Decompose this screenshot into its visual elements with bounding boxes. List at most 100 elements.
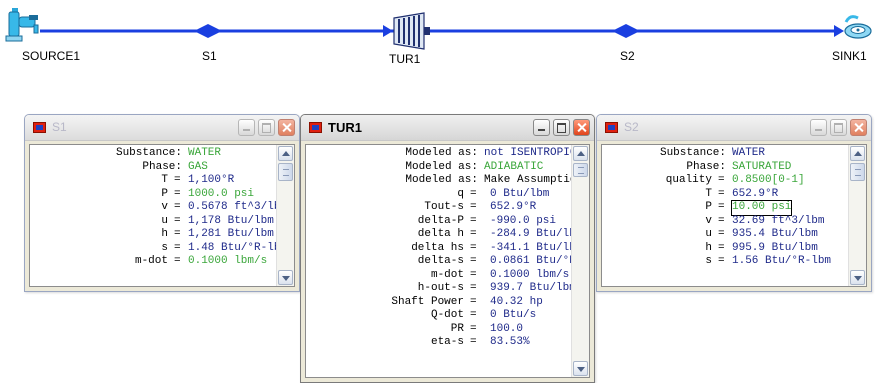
property-label: quality	[665, 174, 712, 186]
vertical-scrollbar[interactable]	[848, 145, 866, 286]
equals-sign: =	[470, 322, 477, 335]
scroll-down-button[interactable]	[278, 270, 293, 285]
close-button[interactable]	[573, 119, 590, 136]
property-value[interactable]: 32.69 ft^3/lbm	[732, 215, 824, 229]
property-value[interactable]: Make Assumption	[484, 174, 583, 188]
equals-sign: =	[718, 241, 725, 254]
vertical-scrollbar[interactable]	[276, 145, 294, 286]
property-row: Q-dot = 0 Btu/s	[306, 309, 589, 323]
node-label-s1: S1	[202, 49, 217, 63]
window-tur1[interactable]: TUR1 Modeled as: not ISENTROPIC Modeled as…	[300, 114, 595, 383]
window-tur1-titlebar[interactable]: TUR1	[301, 115, 594, 141]
property-value[interactable]: 1.56 Btu/°R-lbm	[732, 255, 831, 269]
property-value[interactable]: 652.9°R	[490, 201, 536, 215]
equals-sign: =	[174, 228, 181, 240]
faucet-icon[interactable]	[5, 8, 39, 42]
close-button[interactable]	[850, 119, 867, 136]
maximize-button[interactable]	[258, 119, 275, 136]
property-value[interactable]: WATER	[732, 147, 765, 161]
equals-sign: =	[470, 268, 477, 281]
property-value[interactable]: 0 Btu/s	[490, 309, 536, 323]
property-label: Phase:	[686, 160, 726, 173]
property-value[interactable]: -990.0 psi	[490, 215, 556, 229]
equals-sign: =	[718, 255, 725, 267]
property-value[interactable]: 83.53%	[490, 336, 530, 350]
maximize-button[interactable]	[553, 119, 570, 136]
minimize-button[interactable]	[810, 119, 827, 136]
property-value[interactable]: 995.9 Btu/lbm	[732, 242, 818, 256]
property-value[interactable]: -341.1 Btu/lbm	[490, 242, 582, 256]
property-value[interactable]: -284.9 Btu/lbm	[490, 228, 582, 242]
property-row: Tout-s = 652.9°R	[306, 201, 589, 215]
minimize-button[interactable]	[238, 119, 255, 136]
close-button[interactable]	[278, 119, 295, 136]
property-value[interactable]: GAS	[188, 161, 208, 175]
window-s1-titlebar[interactable]: S1	[25, 115, 299, 141]
scroll-up-button[interactable]	[573, 146, 588, 161]
property-value[interactable]: 0.1000 lbm/s	[188, 255, 267, 269]
property-value[interactable]: 0.8500[0-1]	[732, 174, 805, 188]
property-row: s = 1.48 Btu/°R-lbm	[30, 242, 294, 256]
property-label: u	[161, 214, 168, 227]
property-value[interactable]: 0 Btu/lbm	[490, 188, 549, 202]
equals-sign: =	[174, 214, 181, 227]
property-row: u = 1,178 Btu/lbm	[30, 215, 294, 229]
scroll-down-button[interactable]	[850, 270, 865, 285]
equals-sign: =	[718, 187, 725, 200]
window-s2[interactable]: S2 Substance: WATER Phase: SATURATED quality…	[596, 114, 872, 292]
sink-icon[interactable]	[844, 15, 872, 39]
scroll-up-button[interactable]	[278, 146, 293, 161]
maximize-button[interactable]	[830, 119, 847, 136]
property-value[interactable]: 0.5678 ft^3/lbm	[188, 201, 287, 215]
property-label: eta-s	[430, 336, 464, 348]
property-value[interactable]: 1,100°R	[188, 174, 234, 188]
scroll-thumb[interactable]	[278, 163, 293, 181]
turbine-icon[interactable]	[393, 12, 430, 50]
property-value[interactable]: 939.7 Btu/lbm	[490, 282, 576, 296]
scroll-down-button[interactable]	[573, 361, 588, 376]
property-list: Substance: WATER Phase: GAS T = 1,100°R P = 1000.…	[30, 147, 294, 269]
scroll-thumb[interactable]	[850, 163, 865, 181]
window-s2-titlebar[interactable]: S2	[597, 115, 871, 141]
property-value[interactable]: 652.9°R	[732, 188, 778, 202]
property-row: v = 32.69 ft^3/lbm	[602, 215, 866, 229]
stream-s1-diamond-icon[interactable]	[194, 24, 222, 38]
window-s1[interactable]: S1 Substance: WATER Phase: GAS T = 1,100°R P = 10…	[24, 114, 300, 292]
vertical-scrollbar[interactable]	[571, 145, 589, 377]
property-row: delta h = -284.9 Btu/lbm	[306, 228, 589, 242]
property-value[interactable]: 1,178 Btu/lbm	[188, 215, 274, 229]
property-value[interactable]: 0.1000 lbm/s	[490, 269, 569, 283]
property-value[interactable]: 935.4 Btu/lbm	[732, 228, 818, 242]
property-row: PR = 100.0	[306, 323, 589, 337]
flow-diagram-canvas	[5, 8, 872, 50]
property-value[interactable]: 1,281 Btu/lbm	[188, 228, 274, 242]
equals-sign: =	[470, 187, 477, 200]
stream-s2-diamond-icon[interactable]	[612, 24, 640, 38]
property-value[interactable]: 1000.0 psi	[188, 188, 254, 202]
scroll-up-button[interactable]	[850, 146, 865, 161]
property-row: Substance: WATER	[602, 147, 866, 161]
property-value[interactable]: ADIABATIC	[484, 161, 543, 175]
scroll-thumb[interactable]	[573, 163, 588, 177]
window-tur1-content: Modeled as: not ISENTROPIC Modeled as: ADIA…	[305, 144, 590, 378]
property-value[interactable]: 1.48 Btu/°R-lbm	[188, 242, 287, 256]
property-value[interactable]: 100.0	[490, 323, 523, 337]
property-value[interactable]: SATURATED	[732, 161, 791, 175]
property-value[interactable]: 10.00 psi	[730, 200, 793, 216]
property-label: Substance:	[115, 147, 182, 159]
property-row: s = 1.56 Btu/°R-lbm	[602, 255, 866, 269]
property-value[interactable]: 40.32 hp	[490, 296, 543, 310]
equals-sign: =	[470, 295, 477, 308]
flow-diagram: SOURCE1 S1 TUR1 S2 SINK1	[0, 0, 876, 80]
equals-sign: =	[470, 228, 477, 240]
node-label-sink1: SINK1	[832, 49, 867, 63]
property-row: P = 10.00 psi	[602, 200, 866, 216]
property-value[interactable]: not ISENTROPIC	[484, 147, 576, 161]
equals-sign: =	[470, 201, 477, 213]
minimize-button[interactable]	[533, 119, 550, 136]
equals-sign: =	[470, 309, 477, 321]
property-row: Modeled as: Make Assumption	[306, 174, 589, 188]
property-value[interactable]: WATER	[188, 147, 221, 161]
property-label: P	[705, 201, 712, 213]
equals-sign: =	[470, 282, 477, 294]
